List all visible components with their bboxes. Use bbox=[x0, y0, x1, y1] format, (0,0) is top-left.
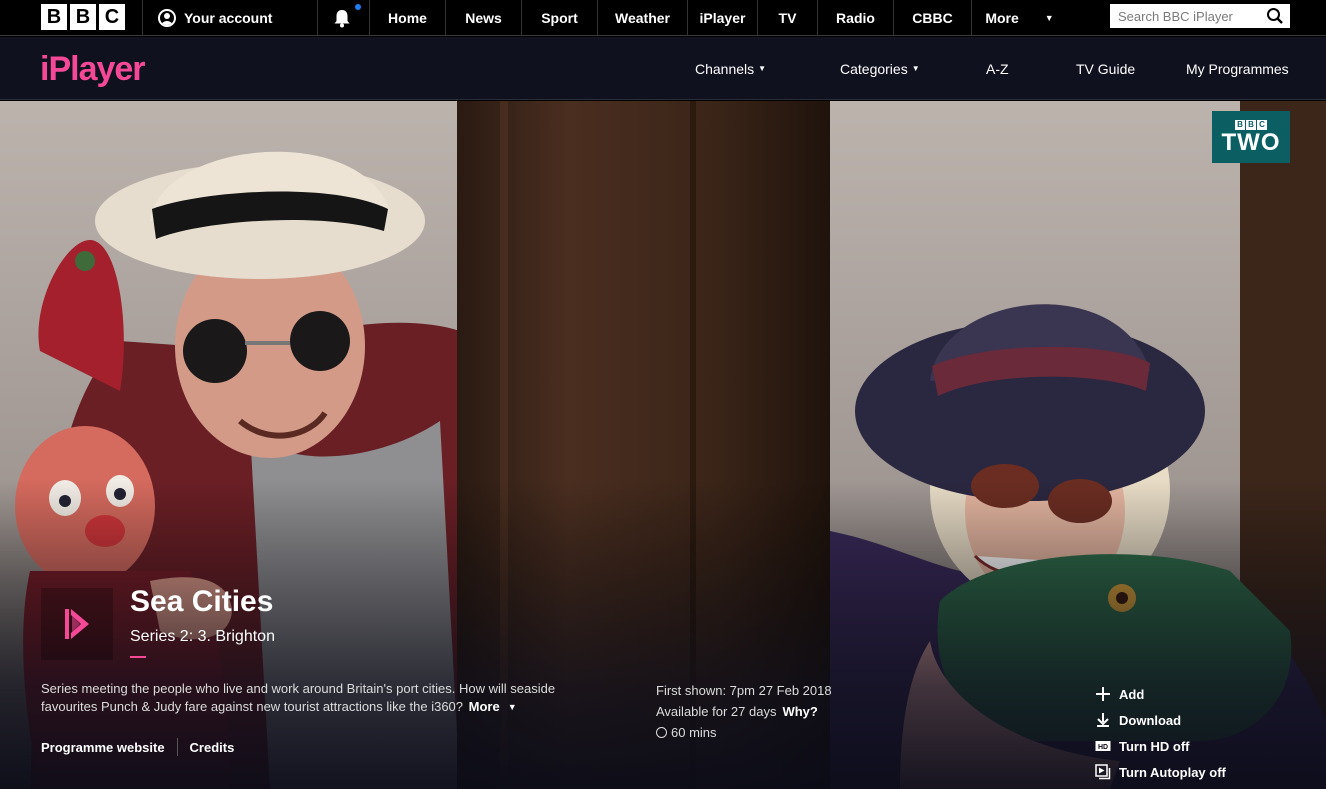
divider bbox=[176, 738, 178, 756]
top-nav-label: Sport bbox=[541, 10, 578, 26]
account-label: Your account bbox=[184, 10, 273, 26]
channels-menu[interactable]: Channels ▼ bbox=[695, 37, 766, 100]
top-nav-home[interactable]: Home bbox=[369, 0, 445, 36]
autoplay-label: Turn Autoplay off bbox=[1119, 764, 1226, 780]
svg-text:HD: HD bbox=[1098, 744, 1108, 751]
add-label: Add bbox=[1119, 686, 1145, 702]
availability-text: Available for 27 days bbox=[656, 704, 777, 719]
top-nav-weather[interactable]: Weather bbox=[597, 0, 687, 36]
broadcast-info: First shown: 7pm 27 Feb 2018 Available f… bbox=[656, 680, 832, 743]
autoplay-icon bbox=[1095, 764, 1111, 780]
divider bbox=[142, 0, 143, 36]
top-nav-label: Radio bbox=[836, 10, 875, 26]
add-button[interactable]: Add bbox=[1095, 681, 1226, 707]
bbc-logo[interactable]: B B C bbox=[41, 4, 125, 30]
more-label: More bbox=[468, 699, 500, 714]
download-icon bbox=[1097, 713, 1109, 727]
programme-synopsis: Series meeting the people who live and w… bbox=[41, 680, 611, 716]
hd-icon: HD bbox=[1095, 741, 1111, 751]
caret-down-icon: ▼ bbox=[758, 64, 767, 73]
search-input[interactable] bbox=[1110, 5, 1260, 27]
programme-links: Programme website Credits bbox=[41, 738, 234, 756]
mini-logo-letter: C bbox=[1257, 119, 1267, 130]
top-nav-news[interactable]: News bbox=[445, 0, 521, 36]
autoplay-toggle-button[interactable]: Turn Autoplay off bbox=[1095, 759, 1226, 785]
your-account-link[interactable]: Your account bbox=[158, 0, 272, 36]
search-box bbox=[1110, 4, 1290, 28]
top-nav-more[interactable]: More ▼ bbox=[971, 0, 1067, 36]
top-nav-tv[interactable]: TV bbox=[757, 0, 817, 36]
channel-name: TWO bbox=[1221, 128, 1281, 156]
categories-label: Categories bbox=[840, 60, 908, 77]
title-divider bbox=[130, 656, 146, 658]
why-link[interactable]: Why? bbox=[782, 704, 817, 719]
episode-actions: Add Download HD Turn HD off Turn Autopla… bbox=[1095, 681, 1226, 785]
mini-logo-letter: B bbox=[1235, 119, 1245, 130]
iplayer-nav-bar: iPlayer Channels ▼ Categories ▼ A-Z TV G… bbox=[0, 37, 1326, 100]
synopsis-more-button[interactable]: More ▼ bbox=[469, 699, 517, 714]
play-icon[interactable] bbox=[41, 588, 113, 660]
top-nav-label: Home bbox=[388, 10, 427, 26]
programme-title: Sea Cities bbox=[130, 585, 274, 618]
bbc-two-channel-logo: B B C TWO bbox=[1212, 111, 1290, 163]
duration-row: 60 mins bbox=[656, 722, 832, 743]
hd-label: Turn HD off bbox=[1119, 738, 1190, 754]
credits-link[interactable]: Credits bbox=[190, 740, 235, 755]
top-nav-label: iPlayer bbox=[699, 10, 746, 26]
bbc-mini-logo: B B C bbox=[1235, 119, 1267, 130]
notifications-bell-icon[interactable] bbox=[331, 7, 353, 29]
caret-down-icon: ▼ bbox=[911, 64, 920, 73]
plus-icon bbox=[1096, 687, 1110, 701]
az-link[interactable]: A-Z bbox=[986, 37, 1009, 100]
mini-logo-letter: B bbox=[1246, 119, 1256, 130]
top-nav-iplayer[interactable]: iPlayer bbox=[687, 0, 757, 36]
bbc-global-bar: B B C Your account Home News Sport Weather i… bbox=[0, 0, 1326, 36]
top-nav-label: Weather bbox=[615, 10, 670, 26]
availability-row: Available for 27 days Why? bbox=[656, 701, 832, 722]
first-shown: First shown: 7pm 27 Feb 2018 bbox=[656, 683, 832, 698]
search-icon[interactable] bbox=[1266, 7, 1284, 25]
caret-down-icon: ▼ bbox=[1044, 13, 1054, 23]
top-nav-label: CBBC bbox=[912, 10, 953, 26]
clock-icon bbox=[656, 727, 667, 738]
iplayer-logo[interactable]: iPlayer bbox=[40, 50, 146, 89]
divider bbox=[317, 0, 318, 36]
channels-label: Channels bbox=[695, 60, 755, 77]
my-programmes-link[interactable]: My Programmes bbox=[1186, 37, 1289, 100]
notification-dot bbox=[355, 4, 361, 10]
bbc-logo-letter-c: C bbox=[99, 4, 125, 30]
bbc-top-nav: Home News Sport Weather iPlayer TV Radio CBBC Mo… bbox=[369, 0, 1067, 36]
bbc-logo-letter-b2: B bbox=[70, 4, 96, 30]
top-nav-cbbc[interactable]: CBBC bbox=[893, 0, 971, 36]
tv-guide-link[interactable]: TV Guide bbox=[1076, 37, 1135, 100]
programme-website-link[interactable]: Programme website bbox=[41, 740, 165, 755]
download-button[interactable]: Download bbox=[1095, 707, 1226, 733]
top-nav-radio[interactable]: Radio bbox=[817, 0, 893, 36]
caret-down-icon: ▼ bbox=[507, 702, 517, 712]
top-nav-label: TV bbox=[778, 10, 797, 26]
top-nav-label: News bbox=[465, 10, 502, 26]
download-label: Download bbox=[1119, 712, 1182, 728]
categories-menu[interactable]: Categories ▼ bbox=[840, 37, 920, 100]
account-icon bbox=[158, 9, 176, 27]
top-nav-sport[interactable]: Sport bbox=[521, 0, 597, 36]
bbc-logo-letter-b1: B bbox=[41, 4, 67, 30]
hd-toggle-button[interactable]: HD Turn HD off bbox=[1095, 733, 1226, 759]
duration: 60 mins bbox=[671, 725, 717, 740]
episode-subtitle: Series 2: 3. Brighton bbox=[130, 628, 275, 645]
top-nav-label: More bbox=[985, 10, 1019, 26]
